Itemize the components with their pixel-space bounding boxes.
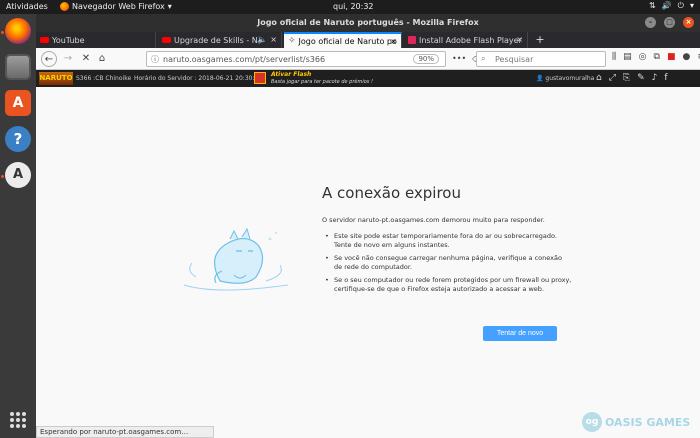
facebook-icon[interactable]: f [664, 73, 667, 83]
attachment-icon[interactable]: ⎘ [623, 73, 630, 83]
list-item: Se o seu computador ou rede forem proteg… [322, 276, 572, 294]
system-top-bar: Atividades Navegador Web Firefox ▾ qui, … [0, 0, 700, 14]
chevron-down-icon: ▾ [167, 2, 172, 11]
window-title-bar[interactable]: Jogo oficial de Naruto português - Mozil… [36, 14, 700, 32]
network-icon: ⇅ [648, 1, 656, 10]
forward-button[interactable]: → [60, 51, 76, 67]
info-icon[interactable]: ⓘ [151, 54, 159, 65]
zoom-indicator[interactable]: 90% [413, 54, 439, 64]
oasis-logo: og [582, 412, 602, 432]
youtube-icon [162, 37, 171, 43]
close-button[interactable]: × [683, 17, 694, 28]
flash-icon [408, 36, 416, 44]
software-center-icon[interactable]: A [5, 90, 31, 116]
activities-button[interactable]: Atividades [6, 2, 48, 11]
error-suggestions: Este site pode estar temporariamente for… [322, 232, 572, 298]
sidebar-icon[interactable]: ▤ [623, 52, 632, 62]
navigation-toolbar: ← → ✕ ⌂ ⓘ naruto.oasgames.com/pt/serverl… [36, 48, 700, 70]
power-icon: ⏻ [677, 1, 684, 10]
search-input[interactable]: ⌕ Pesquisar [476, 51, 606, 67]
sleeping-dinosaur-illustration [183, 227, 289, 291]
running-indicator [1, 31, 4, 34]
error-title: A conexão expirou [322, 184, 461, 202]
tab-label: YouTube [52, 35, 85, 45]
page-actions-menu-icon[interactable]: ••• [452, 54, 466, 63]
volume-icon: 🔊 [661, 1, 672, 10]
gift-icon[interactable] [254, 72, 266, 84]
naruto-logo[interactable]: NARUTO [39, 72, 73, 85]
volume-icon[interactable]: ♪ [652, 73, 658, 83]
game-header-icons: ⌂ ⤢ ⎘ ✎ ♪ f [596, 73, 668, 83]
window-title: Jogo oficial de Naruto português - Mozil… [257, 18, 479, 27]
tab-upgrade-skills[interactable]: Upgrade de Skills - N 🔈 × [158, 32, 282, 48]
status-bar: Esperando por naruto-pt.oasgames.com… [36, 426, 214, 438]
tab-youtube[interactable]: YouTube [36, 32, 156, 48]
game-header: NARUTO S366 :CB Chinoike Horário do Serv… [36, 70, 700, 87]
extension-icon[interactable]: ◎ [639, 52, 647, 62]
sync-icon[interactable]: ● [682, 52, 690, 62]
speaker-icon[interactable]: 🔈 [257, 35, 267, 44]
search-placeholder: Pesquisar [495, 55, 534, 64]
firefox-icon [60, 2, 69, 11]
tab-bar: YouTube Upgrade de Skills - N 🔈 × ✧ Jogo… [36, 32, 700, 48]
app-menu-label: Navegador Web Firefox [72, 2, 165, 11]
activate-flash-link[interactable]: Ativar Flash [271, 71, 311, 78]
show-applications-icon[interactable] [10, 412, 26, 428]
flash-reward-text: Basta jogar para ter pacote de prêmios ! [271, 79, 374, 85]
files-icon[interactable] [5, 54, 31, 80]
home-icon[interactable]: ⌂ [596, 73, 602, 83]
naruto-icon: ✧ [288, 36, 296, 46]
username[interactable]: 👤 gustavomuralha [536, 75, 594, 82]
library-icon[interactable]: ⫼ [612, 52, 616, 62]
server-name: S366 :CB Chinoike [76, 75, 132, 82]
url-text: naruto.oasgames.com/pt/serverlist/s366 [163, 55, 326, 64]
tab-flash[interactable]: Install Adobe Flash Player × [404, 32, 528, 48]
app-menu[interactable]: Navegador Web Firefox ▾ [60, 2, 172, 11]
stop-button[interactable]: ✕ [78, 51, 94, 67]
url-bar[interactable]: ⓘ naruto.oasgames.com/pt/serverlist/s366… [146, 51, 446, 67]
home-button[interactable]: ⌂ [94, 51, 110, 67]
oasis-brand-name: OASIS GAMES [605, 415, 691, 429]
tab-label: Install Adobe Flash Player [419, 35, 522, 45]
new-tab-button[interactable]: + [532, 32, 548, 48]
search-icon: ⌕ [481, 54, 486, 63]
list-item: Este site pode estar temporariamente for… [322, 232, 572, 250]
username-label: gustavomuralha [545, 75, 595, 82]
page-content: A conexão expirou O servidor naruto-pt.o… [36, 87, 700, 425]
tab-naruto[interactable]: ✧ Jogo oficial de Naruto po × [284, 32, 402, 48]
clock[interactable]: qui, 20:32 [333, 2, 374, 11]
dock: A ? A [0, 14, 36, 438]
minimize-button[interactable]: – [645, 17, 656, 28]
maximize-button[interactable]: □ [664, 17, 675, 28]
fullscreen-icon[interactable]: ⤢ [609, 73, 616, 83]
software-updater-icon[interactable]: A [5, 162, 31, 188]
edit-icon[interactable]: ✎ [637, 73, 645, 83]
user-icon: 👤 [536, 75, 546, 82]
chevron-down-icon: ▾ [689, 1, 694, 10]
back-button[interactable]: ← [41, 51, 57, 67]
system-tray[interactable]: ⇅ 🔊 ⏻ ▾ [649, 1, 694, 11]
error-description: O servidor naruto-pt.oasgames.com demoro… [322, 216, 545, 224]
close-tab-icon[interactable]: × [390, 37, 397, 46]
list-item: Se você não consegue carregar nenhuma pá… [322, 254, 572, 272]
screenshot-icon[interactable]: ⧉ [654, 52, 660, 62]
tab-label: Upgrade de Skills - N [174, 35, 258, 45]
tab-label: Jogo oficial de Naruto po [298, 36, 397, 46]
close-tab-icon[interactable]: × [270, 35, 277, 44]
running-indicator [1, 175, 4, 178]
server-time: Horário do Servidor : 2018-06-21 20:30:5… [134, 75, 263, 82]
firefox-icon[interactable] [5, 18, 31, 44]
youtube-icon [40, 37, 49, 43]
toolbar-icons: ⫼ ▤ ◎ ⧉ ■ ● ≡ [612, 52, 700, 62]
try-again-button[interactable]: Tentar de novo [483, 326, 557, 341]
oasis-games-watermark: og OASIS GAMES [582, 412, 690, 432]
close-tab-icon[interactable]: × [516, 35, 523, 44]
help-icon[interactable]: ? [5, 126, 31, 152]
addon-icon[interactable]: ■ [667, 52, 676, 62]
